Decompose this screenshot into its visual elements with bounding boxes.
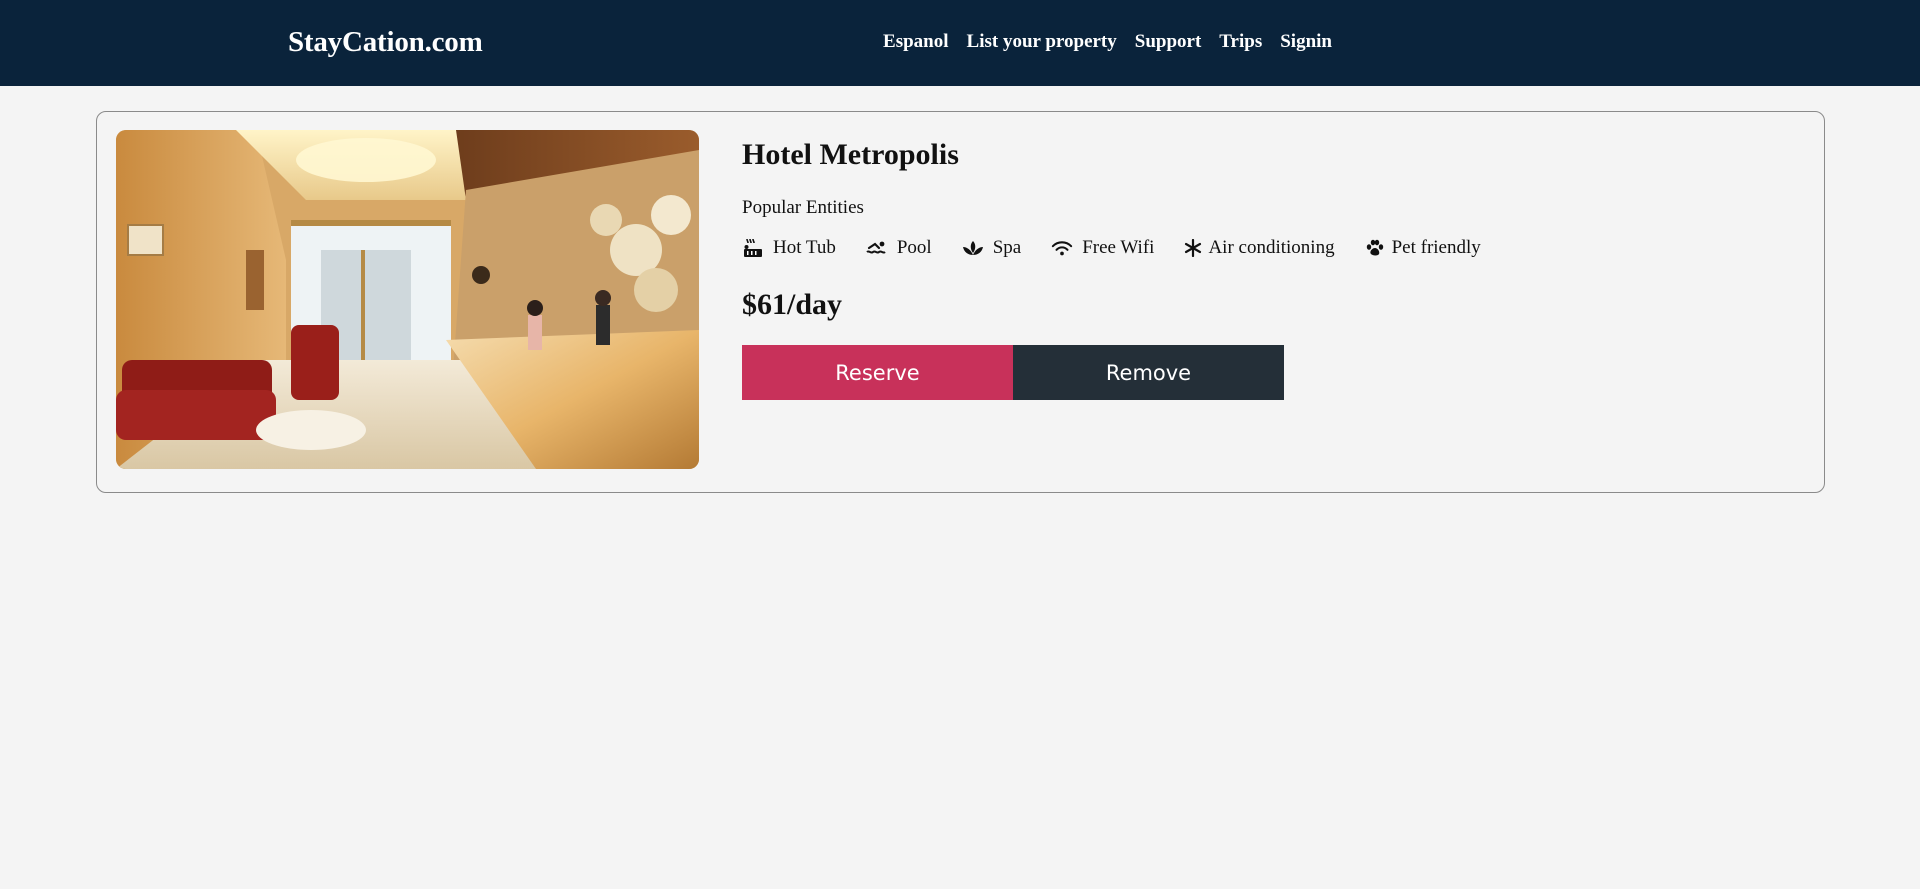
price-per-day: $61/day <box>742 288 843 321</box>
amenity-pool: Pool <box>866 236 932 260</box>
amenity-label: Air conditioning <box>1208 237 1335 258</box>
spa-lotus-icon <box>962 237 984 259</box>
remove-button[interactable]: Remove <box>1013 345 1284 400</box>
amenity-air-conditioning: Air conditioning <box>1184 236 1335 260</box>
amenity-label: Pool <box>896 237 932 258</box>
amenity-label: Pet friendly <box>1391 237 1481 258</box>
nav-link-list-property[interactable]: List your property <box>967 30 1117 54</box>
snowflake-icon <box>1184 237 1202 259</box>
top-navbar: StayCation.com Espanol List your propert… <box>0 0 1920 86</box>
hotel-lobby-photo <box>116 130 699 469</box>
nav-link-signin[interactable]: Signin <box>1280 30 1332 54</box>
reserve-button[interactable]: Reserve <box>742 345 1013 400</box>
wifi-icon <box>1051 237 1073 259</box>
amenity-pet-friendly: Pet friendly <box>1365 236 1481 260</box>
hotel-listing-card: Hotel Metropolis Popular Entities Hot Tu… <box>96 111 1825 493</box>
nav-link-trips[interactable]: Trips <box>1219 30 1262 54</box>
amenity-label: Spa <box>992 237 1022 258</box>
hotel-name: Hotel Metropolis <box>742 138 959 171</box>
brand-logo[interactable]: StayCation.com <box>288 24 483 60</box>
amenity-free-wifi: Free Wifi <box>1051 236 1154 260</box>
hot-tub-icon <box>742 237 764 259</box>
amenity-label: Free Wifi <box>1082 237 1155 258</box>
swimmer-icon <box>866 237 888 259</box>
amenities-list: Hot Tub Pool Spa Free Wifi Air condition… <box>742 236 1511 260</box>
paw-icon <box>1365 237 1385 259</box>
amenity-label: Hot Tub <box>773 237 836 258</box>
popular-entities-label: Popular Entities <box>742 197 864 218</box>
amenity-hot-tub: Hot Tub <box>742 236 836 260</box>
nav-link-espanol[interactable]: Espanol <box>883 30 948 54</box>
amenity-spa: Spa <box>962 236 1022 260</box>
nav-link-support[interactable]: Support <box>1135 30 1202 54</box>
nav-links: Espanol List your property Support Trips… <box>883 30 1332 54</box>
